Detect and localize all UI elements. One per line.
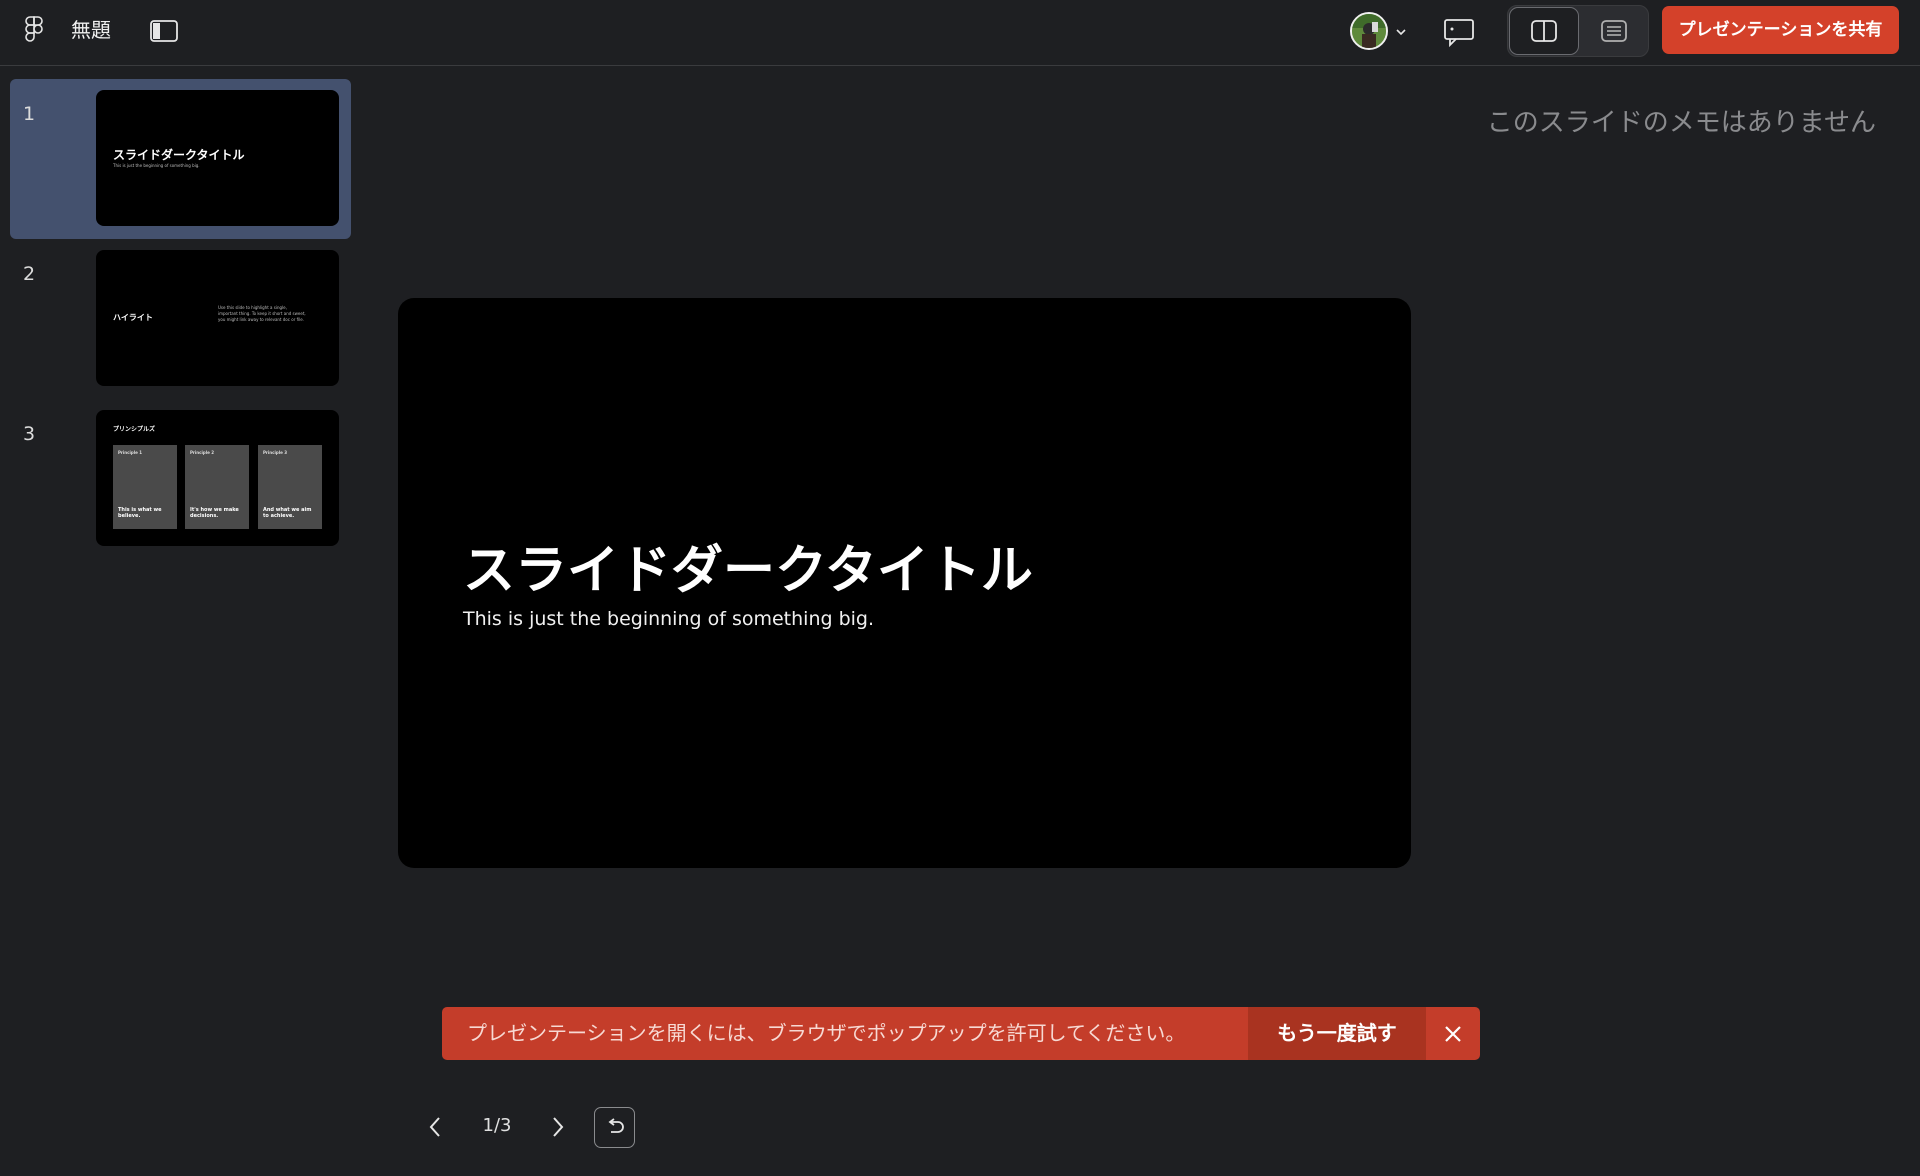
principle-card: Principle 3 And what we aim to achieve.: [258, 445, 322, 529]
thumb-subtitle: This is just the beginning of something …: [113, 163, 200, 168]
speaker-notes-empty: このスライドのメモはありません: [1486, 108, 1876, 138]
slide-number: 1: [23, 103, 36, 125]
current-slide: スライドダークタイトル This is just the beginning o…: [398, 298, 1411, 868]
retry-button[interactable]: もう一度試す: [1248, 1007, 1426, 1060]
card-body: This is what we believe.: [118, 507, 162, 519]
thumb-title: プリンシプルズ: [113, 426, 156, 433]
chevron-down-icon[interactable]: [1394, 24, 1408, 38]
card-heading: Principle 3: [263, 450, 287, 455]
slide-number: 3: [23, 423, 36, 445]
sidebar-toggle-icon[interactable]: [149, 18, 179, 44]
split-view-icon[interactable]: [1509, 7, 1579, 55]
slide-thumbnail-3[interactable]: 3 プリンシプルズ Principle 1 This is what we be…: [10, 399, 351, 559]
slides-panel: 1 スライドダークタイトル This is just the beginning…: [0, 67, 360, 1176]
card-body: It's how we make decisions.: [190, 507, 239, 519]
thumb-title: ハイライト: [113, 313, 153, 322]
popup-blocked-toast: プレゼンテーションを開くには、ブラウザでポップアップを許可してください。 もう一…: [442, 1007, 1480, 1060]
top-bar: 無題 プレゼンテーションを共有: [0, 0, 1920, 66]
previous-slide-button[interactable]: [420, 1110, 450, 1144]
slide-counter: 1/3: [482, 1115, 512, 1136]
slide-thumbnail-2[interactable]: 2 ハイライト Use this slide to highlight a si…: [10, 239, 351, 399]
slide-preview: プリンシプルズ Principle 1 This is what we beli…: [96, 410, 339, 546]
close-icon[interactable]: [1426, 1007, 1480, 1060]
avatar[interactable]: [1350, 12, 1388, 50]
slide-preview: ハイライト Use this slide to highlight a sing…: [96, 250, 339, 386]
toast-message: プレゼンテーションを開くには、ブラウザでポップアップを許可してください。: [467, 1021, 1186, 1045]
slide-preview: スライドダークタイトル This is just the beginning o…: [96, 90, 339, 226]
card-heading: Principle 2: [190, 450, 214, 455]
thumb-body: Use this slide to highlight a single, im…: [218, 305, 306, 322]
notes-view-icon[interactable]: [1580, 7, 1648, 55]
principle-card: Principle 1 This is what we believe.: [113, 445, 177, 529]
card-heading: Principle 1: [118, 450, 142, 455]
slide-subtitle: This is just the beginning of something …: [463, 608, 875, 630]
comment-icon[interactable]: [1442, 14, 1476, 48]
view-mode-toggle: [1507, 5, 1649, 57]
slide-thumbnail-1[interactable]: 1 スライドダークタイトル This is just the beginning…: [10, 79, 351, 239]
document-title[interactable]: 無題: [71, 17, 111, 43]
user-menu[interactable]: [1350, 12, 1410, 50]
slide-title: スライドダークタイトル: [463, 541, 1033, 601]
figma-logo-icon[interactable]: [22, 16, 46, 46]
next-slide-button[interactable]: [543, 1110, 573, 1144]
thumb-title: スライドダークタイトル: [113, 148, 245, 162]
share-presentation-button[interactable]: プレゼンテーションを共有: [1662, 6, 1899, 54]
slide-number: 2: [23, 263, 36, 285]
principle-card: Principle 2 It's how we make decisions.: [185, 445, 249, 529]
card-body: And what we aim to achieve.: [263, 507, 312, 519]
restart-icon[interactable]: [594, 1107, 635, 1148]
